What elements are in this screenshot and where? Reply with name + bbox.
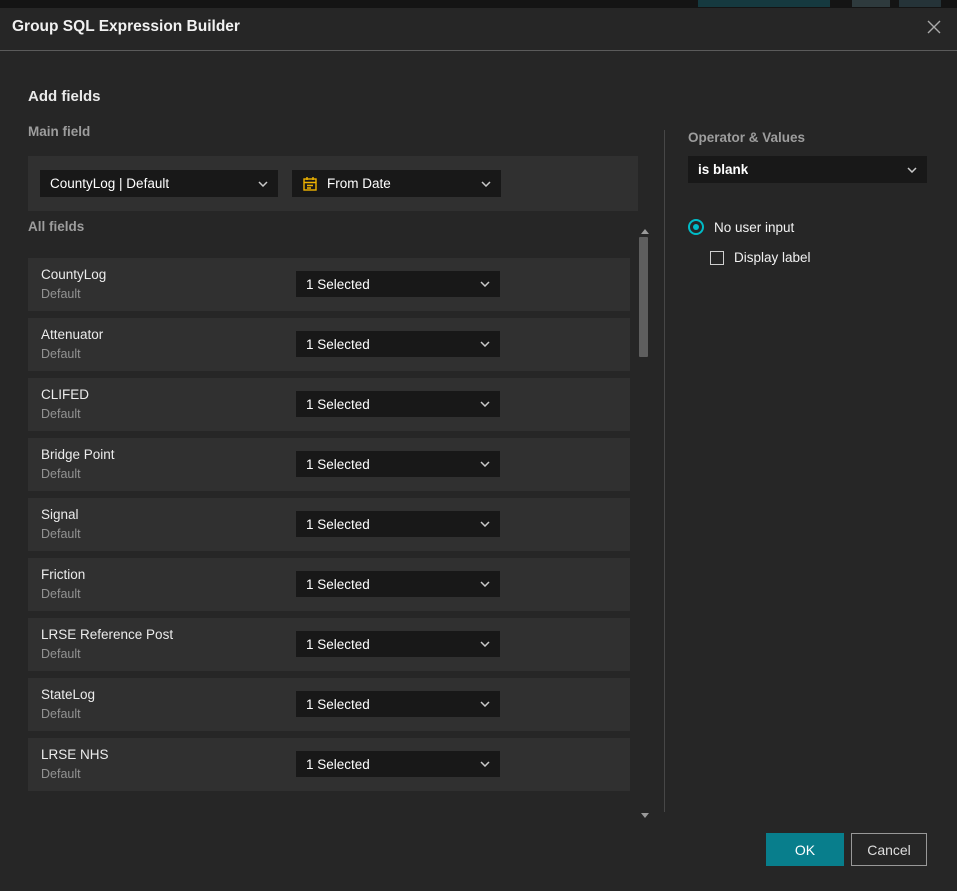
chevron-down-icon [480, 581, 490, 587]
chevron-down-icon [907, 167, 917, 173]
field-row: Signal Default 1 Selected [28, 498, 630, 551]
chevron-down-icon [480, 341, 490, 347]
list-scrollbar[interactable] [638, 227, 651, 820]
field-name: LRSE NHS [41, 747, 109, 762]
field-subtitle: Default [41, 587, 81, 601]
field-name: CountyLog [41, 267, 106, 282]
background-icon-fragment [852, 0, 890, 7]
field-selection-dropdown[interactable]: 1 Selected [296, 391, 500, 417]
dialog-title: Group SQL Expression Builder [12, 18, 240, 36]
operator-dropdown[interactable]: is blank [688, 156, 927, 183]
field-subtitle: Default [41, 707, 81, 721]
chevron-down-icon [258, 181, 268, 187]
scrollbar-thumb[interactable] [639, 237, 648, 357]
chevron-down-icon [481, 181, 491, 187]
all-fields-list: CountyLog Default 1 Selected Attenuator … [28, 258, 630, 798]
chevron-down-icon [480, 521, 490, 527]
layer-dropdown-value: CountyLog | Default [50, 176, 169, 191]
main-field-dropdown-value: From Date [327, 176, 391, 191]
field-name: Signal [41, 507, 79, 522]
field-selection-dropdown[interactable]: 1 Selected [296, 631, 500, 657]
display-label-checkbox[interactable] [710, 251, 724, 265]
field-selection-dropdown[interactable]: 1 Selected [296, 511, 500, 537]
operator-values-heading: Operator & Values [688, 130, 805, 145]
all-fields-label: All fields [28, 219, 84, 234]
field-row: LRSE Reference Post Default 1 Selected [28, 618, 630, 671]
field-name: StateLog [41, 687, 95, 702]
field-subtitle: Default [41, 647, 81, 661]
field-row: Bridge Point Default 1 Selected [28, 438, 630, 491]
display-label-option: Display label [710, 250, 811, 265]
field-selection-dropdown[interactable]: 1 Selected [296, 751, 500, 777]
chevron-down-icon [480, 461, 490, 467]
no-user-input-radio[interactable] [688, 219, 704, 235]
field-subtitle: Default [41, 467, 81, 481]
field-selection-value: 1 Selected [306, 397, 370, 412]
field-selection-value: 1 Selected [306, 757, 370, 772]
field-name: Attenuator [41, 327, 103, 342]
no-user-input-option: No user input [688, 219, 794, 235]
field-row: Attenuator Default 1 Selected [28, 318, 630, 371]
field-name: Bridge Point [41, 447, 115, 462]
field-row: CountyLog Default 1 Selected [28, 258, 630, 311]
scroll-up-arrow-icon[interactable] [641, 229, 649, 234]
main-field-dropdown[interactable]: From Date [292, 170, 501, 197]
field-subtitle: Default [41, 347, 81, 361]
field-row: Friction Default 1 Selected [28, 558, 630, 611]
field-subtitle: Default [41, 527, 81, 541]
field-selection-dropdown[interactable]: 1 Selected [296, 451, 500, 477]
background-icon-fragment [899, 0, 941, 7]
main-field-label: Main field [28, 124, 90, 139]
main-field-panel: CountyLog | Default From Date [28, 156, 638, 211]
field-row: StateLog Default 1 Selected [28, 678, 630, 731]
no-user-input-label: No user input [714, 220, 794, 235]
field-subtitle: Default [41, 407, 81, 421]
operator-dropdown-value: is blank [698, 162, 748, 177]
field-subtitle: Default [41, 287, 81, 301]
chevron-down-icon [480, 281, 490, 287]
calendar-date-icon [302, 176, 318, 192]
chevron-down-icon [480, 701, 490, 707]
vertical-divider [664, 130, 665, 812]
field-row: LRSE NHS Default 1 Selected [28, 738, 630, 791]
layer-dropdown[interactable]: CountyLog | Default [40, 170, 278, 197]
close-button[interactable] [924, 18, 944, 38]
cancel-button[interactable]: Cancel [851, 833, 927, 866]
scroll-down-arrow-icon[interactable] [641, 813, 649, 818]
chevron-down-icon [480, 641, 490, 647]
chevron-down-icon [480, 761, 490, 767]
close-icon [925, 18, 943, 36]
field-selection-value: 1 Selected [306, 637, 370, 652]
field-selection-value: 1 Selected [306, 577, 370, 592]
field-selection-value: 1 Selected [306, 517, 370, 532]
field-selection-value: 1 Selected [306, 697, 370, 712]
add-fields-heading: Add fields [28, 88, 101, 105]
background-app-strip [0, 0, 957, 8]
field-selection-value: 1 Selected [306, 457, 370, 472]
chevron-down-icon [480, 401, 490, 407]
field-selection-dropdown[interactable]: 1 Selected [296, 271, 500, 297]
field-name: CLIFED [41, 387, 89, 402]
field-row: CLIFED Default 1 Selected [28, 378, 630, 431]
field-subtitle: Default [41, 767, 81, 781]
ok-button[interactable]: OK [766, 833, 844, 866]
field-selection-value: 1 Selected [306, 277, 370, 292]
display-label-label: Display label [734, 250, 811, 265]
field-selection-dropdown[interactable]: 1 Selected [296, 691, 500, 717]
field-name: LRSE Reference Post [41, 627, 173, 642]
field-name: Friction [41, 567, 85, 582]
background-toolbar-fragment [698, 0, 830, 7]
field-selection-dropdown[interactable]: 1 Selected [296, 571, 500, 597]
field-selection-dropdown[interactable]: 1 Selected [296, 331, 500, 357]
field-selection-value: 1 Selected [306, 337, 370, 352]
